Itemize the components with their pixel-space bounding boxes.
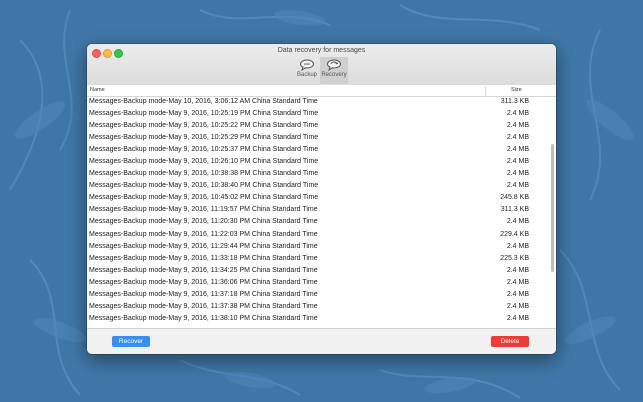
row-size: 2.4 MB xyxy=(506,146,529,154)
row-name: Messages-Backup mode-May 9, 2016, 10:38:… xyxy=(89,182,319,190)
row-name: Messages-Backup mode-May 9, 2016, 11:37:… xyxy=(89,290,318,298)
row-name: Messages-Backup mode-May 9, 2016, 10:38:… xyxy=(89,170,319,178)
row-name: Messages-Backup mode-May 9, 2016, 11:33:… xyxy=(89,254,318,262)
row-name: Messages-Backup mode-May 9, 2016, 11:22:… xyxy=(89,230,318,238)
row-size: 2.4 MB xyxy=(506,110,529,118)
row-name: Messages-Backup mode-May 9, 2016, 11:29:… xyxy=(89,242,318,250)
row-name: Messages-Backup mode-May 9, 2016, 11:34:… xyxy=(89,266,318,274)
row-size: 2.4 MB xyxy=(506,266,529,274)
table-row[interactable]: Messages-Backup mode-May 9, 2016, 10:38:… xyxy=(87,168,548,180)
table-row[interactable]: Messages-Backup mode-May 9, 2016, 11:36:… xyxy=(87,277,548,289)
row-name: Messages-Backup mode-May 9, 2016, 11:38:… xyxy=(89,314,318,322)
table-row[interactable]: Messages-Backup mode-May 9, 2016, 10:25:… xyxy=(87,132,548,144)
footer-bar: Recover Delete xyxy=(87,328,556,354)
delete-button[interactable]: Delete xyxy=(491,336,529,347)
table-row[interactable]: Messages-Backup mode-May 9, 2016, 11:20:… xyxy=(87,216,548,228)
row-size: 2.4 MB xyxy=(506,122,529,130)
row-size: 2.4 MB xyxy=(506,218,529,226)
column-header-size[interactable]: Size xyxy=(511,87,522,93)
table-row[interactable]: Messages-Backup mode-May 9, 2016, 11:38:… xyxy=(87,313,548,325)
backup-list[interactable]: Messages-Backup mode-May 10, 2016, 3:06:… xyxy=(87,96,548,328)
table-row[interactable]: Messages-Backup mode-May 9, 2016, 11:37:… xyxy=(87,289,548,301)
toolbar-backup-button[interactable]: Backup xyxy=(293,57,321,84)
row-name: Messages-Backup mode-May 9, 2016, 10:25:… xyxy=(89,134,319,142)
column-divider xyxy=(485,86,486,95)
table-row[interactable]: Messages-Backup mode-May 9, 2016, 11:22:… xyxy=(87,229,548,241)
row-size: 2.4 MB xyxy=(506,302,529,310)
vertical-scrollbar[interactable] xyxy=(551,144,554,272)
row-name: Messages-Backup mode-May 9, 2016, 11:36:… xyxy=(89,278,318,286)
recover-button[interactable]: Recover xyxy=(112,336,150,347)
row-size: 311.3 KB xyxy=(500,98,529,105)
row-name: Messages-Backup mode-May 9, 2016, 11:19:… xyxy=(89,206,318,214)
toolbar-recovery-label: Recovery xyxy=(321,72,347,78)
row-size: 2.4 MB xyxy=(506,134,529,142)
table-row[interactable]: Messages-Backup mode-May 10, 2016, 3:06:… xyxy=(87,96,548,108)
table-row[interactable]: Messages-Backup mode-May 9, 2016, 11:19:… xyxy=(87,204,548,216)
toolbar-recovery-button[interactable]: Recovery xyxy=(320,57,348,84)
table-row[interactable]: Messages-Backup mode-May 9, 2016, 10:25:… xyxy=(87,144,548,156)
row-name: Messages-Backup mode-May 9, 2016, 10:25:… xyxy=(89,110,319,118)
app-window: Data recovery for messages Backup Recove… xyxy=(87,44,556,354)
table-row[interactable]: Messages-Backup mode-May 9, 2016, 10:25:… xyxy=(87,120,548,132)
table-row[interactable]: Messages-Backup mode-May 9, 2016, 11:29:… xyxy=(87,241,548,253)
table-row[interactable]: Messages-Backup mode-May 9, 2016, 11:37:… xyxy=(87,301,548,313)
table-row[interactable]: Messages-Backup mode-May 9, 2016, 11:34:… xyxy=(87,265,548,277)
row-name: Messages-Backup mode-May 9, 2016, 10:26:… xyxy=(89,158,319,166)
chat-bubble-recovery-icon xyxy=(327,59,341,71)
window-title: Data recovery for messages xyxy=(277,47,366,54)
table-row[interactable]: Messages-Backup mode-May 9, 2016, 10:26:… xyxy=(87,156,548,168)
row-size: 2.4 MB xyxy=(506,278,529,286)
table-row[interactable]: Messages-Backup mode-May 9, 2016, 10:45:… xyxy=(87,192,548,204)
table-row[interactable]: Messages-Backup mode-May 9, 2016, 11:33:… xyxy=(87,253,548,265)
row-size: 2.4 MB xyxy=(506,170,529,178)
row-name: Messages-Backup mode-May 9, 2016, 11:20:… xyxy=(89,218,318,226)
row-size: 229.4 KB xyxy=(500,230,529,238)
toolbar-backup-label: Backup xyxy=(296,72,317,78)
row-name: Messages-Backup mode-May 9, 2016, 10:45:… xyxy=(89,194,319,202)
row-name: Messages-Backup mode-May 9, 2016, 10:25:… xyxy=(89,122,319,130)
row-size: 2.4 MB xyxy=(506,242,529,250)
row-size: 2.4 MB xyxy=(506,314,529,322)
row-size: 225.3 KB xyxy=(500,254,529,262)
table-row[interactable]: Messages-Backup mode-May 9, 2016, 10:38:… xyxy=(87,180,548,192)
row-size: 2.4 MB xyxy=(506,290,529,298)
chat-bubble-backup-icon xyxy=(300,59,314,71)
column-header-name[interactable]: Name xyxy=(90,87,105,93)
row-size: 311.3 KB xyxy=(500,206,529,214)
row-size: 2.4 MB xyxy=(506,182,529,190)
row-name: Messages-Backup mode-May 9, 2016, 11:37:… xyxy=(89,302,318,310)
table-row[interactable]: Messages-Backup mode-May 9, 2016, 10:25:… xyxy=(87,108,548,120)
row-name: Messages-Backup mode-May 9, 2016, 10:25:… xyxy=(89,146,319,154)
row-name: Messages-Backup mode-May 10, 2016, 3:06:… xyxy=(89,98,318,105)
row-size: 2.4 MB xyxy=(506,158,529,166)
row-size: 245.8 KB xyxy=(500,194,529,202)
title-bar: Data recovery for messages Backup Recove… xyxy=(87,44,556,86)
